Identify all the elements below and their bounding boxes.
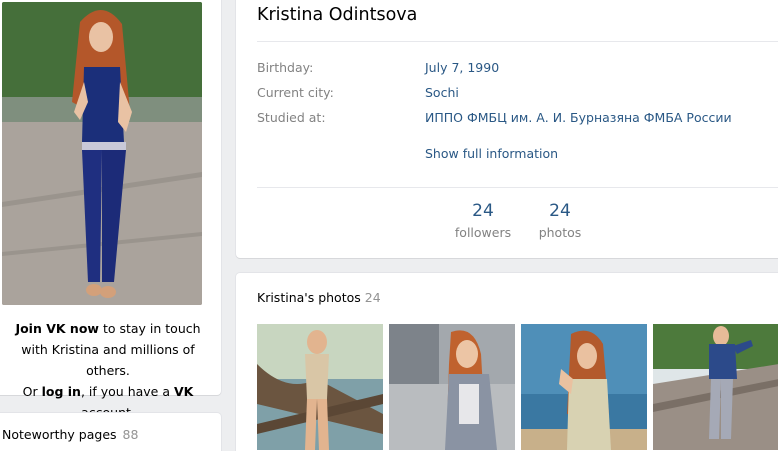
show-full-information-link[interactable]: Show full information [425, 146, 558, 161]
noteworthy-card: Noteworthy pages 88 [0, 413, 221, 451]
divider [257, 41, 778, 42]
education-link[interactable]: ИППО ФМБЦ им. А. И. Бурназяна ФМБА Росси… [425, 110, 732, 125]
page-title: Kristina Odintsova [257, 5, 418, 25]
photos-section-title[interactable]: Kristina's photos 24 [257, 290, 381, 305]
photos-count: 24 [549, 201, 571, 221]
profile-photo[interactable] [2, 2, 202, 305]
noteworthy-pages-link[interactable]: Noteworthy pages 88 [2, 427, 138, 442]
info-label: Birthday: [257, 60, 314, 75]
followers-label: followers [454, 225, 512, 240]
photos-label: photos [538, 225, 582, 240]
join-prompt: Join VK now to stay in touch with Kristi… [15, 321, 201, 420]
photo-thumbnail[interactable] [389, 324, 515, 450]
birthday-link[interactable]: July 7, 1990 [425, 60, 499, 75]
photos-section-count: 24 [364, 290, 381, 305]
photos-counter[interactable]: 24 photos [520, 201, 600, 240]
followers-counter[interactable]: 24 followers [443, 201, 523, 240]
avatar-card: Join VK now to stay in touch with Kristi… [0, 0, 221, 420]
photo-thumbnail[interactable] [521, 324, 647, 450]
noteworthy-count: 88 [122, 427, 139, 442]
divider [257, 187, 778, 188]
info-label: Studied at: [257, 110, 326, 125]
photo-thumbnail[interactable] [257, 324, 383, 450]
followers-count: 24 [472, 201, 494, 221]
photos-card: Kristina's photos 24 [236, 273, 778, 451]
city-link[interactable]: Sochi [425, 85, 459, 100]
info-label: Current city: [257, 85, 334, 100]
join-vk-link[interactable]: Join VK now [15, 321, 99, 336]
photo-thumbnail[interactable] [653, 324, 778, 450]
login-link[interactable]: log in [42, 384, 81, 399]
profile-info-card: Kristina Odintsova Birthday: July 7, 199… [236, 0, 778, 258]
